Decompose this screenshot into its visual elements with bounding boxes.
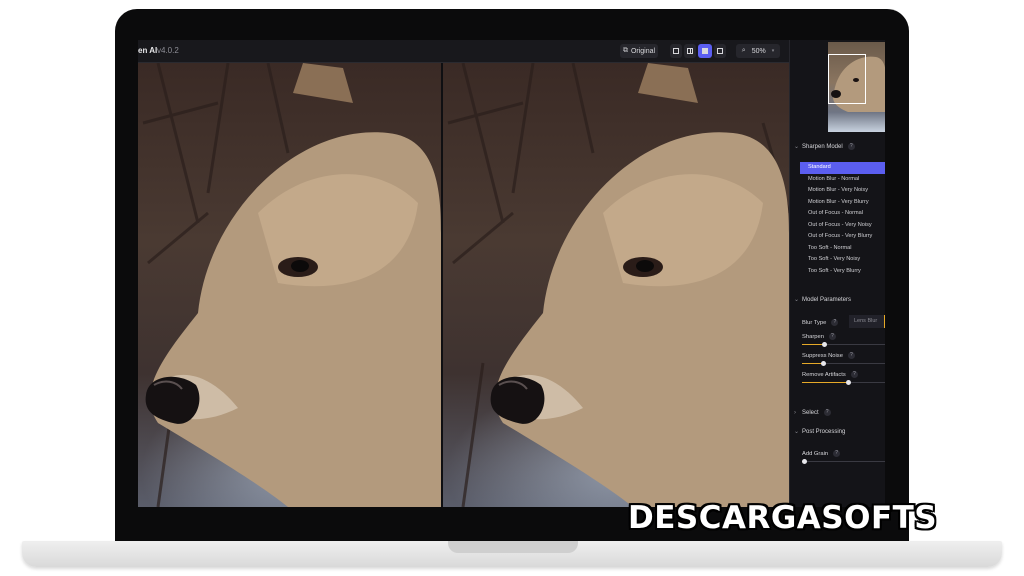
preview-image-panel[interactable]: [443, 63, 789, 507]
suppress-noise-slider-fill: [802, 363, 823, 364]
add-grain-label: Add Grain ?: [802, 450, 841, 457]
chevron-down-icon: ⌄: [794, 144, 800, 150]
model-item-out-of-focus-very-noisy[interactable]: Out of Focus - Very Noisy: [800, 220, 885, 232]
top-toolbar: en AI v4.0.2 ⧉ Original ⌕ 50% ▾: [138, 40, 789, 63]
original-button[interactable]: ⧉ Original: [620, 44, 658, 58]
zoom-icon: ⌕: [741, 47, 746, 54]
bear-photo-original: [142, 63, 441, 507]
app-version: v4.0.2: [157, 46, 179, 55]
blur-type-text: Blur Type: [802, 319, 827, 326]
sharpen-slider[interactable]: [802, 342, 885, 347]
model-item-too-soft-very-noisy[interactable]: Too Soft - Very Noisy: [800, 254, 885, 266]
sharpen-slider-knob[interactable]: [822, 342, 828, 347]
single-view-icon: [673, 48, 679, 54]
zoom-value: 50%: [751, 47, 766, 55]
select-title: Select: [802, 409, 819, 416]
remove-artifacts-slider-fill: [802, 382, 849, 383]
app-title: en AI: [138, 46, 158, 55]
remove-artifacts-slider[interactable]: [802, 380, 885, 385]
sharpen-model-header[interactable]: ⌄ Sharpen Model ?: [794, 143, 855, 150]
model-item-standard[interactable]: Standard: [800, 162, 885, 174]
split-view-icon: [687, 48, 693, 54]
original-button-label: Original: [630, 47, 656, 55]
suppress-noise-label: Suppress Noise ?: [802, 352, 855, 359]
add-grain-text: Add Grain: [802, 450, 829, 457]
chevron-right-icon: ›: [794, 409, 796, 416]
remove-artifacts-slider-knob[interactable]: [845, 380, 851, 385]
navigator-thumbnail[interactable]: [828, 42, 885, 132]
blur-type-select[interactable]: Lens Blur: [849, 315, 885, 328]
help-icon[interactable]: ?: [833, 450, 841, 457]
single-view-button[interactable]: [670, 44, 682, 58]
compare-icon: ⧉: [622, 47, 628, 54]
help-icon[interactable]: ?: [847, 352, 855, 359]
navigator-viewport-frame[interactable]: [828, 54, 866, 104]
help-icon[interactable]: ?: [828, 333, 836, 340]
help-icon[interactable]: ?: [850, 371, 858, 378]
sharpen-label: Sharpen ?: [802, 333, 836, 340]
post-processing-header[interactable]: ⌄ Post Processing: [794, 428, 846, 436]
add-grain-slider-knob[interactable]: [802, 459, 807, 464]
sharpen-model-title: Sharpen Model: [802, 143, 843, 150]
split-view-button[interactable]: [684, 44, 696, 58]
model-item-motion-blur-very-blurry[interactable]: Motion Blur - Very Blurry: [800, 197, 885, 209]
right-sidebar: ⌄ Sharpen Model ? Standard Motion Blur -…: [789, 40, 885, 507]
chevron-down-icon: ⌄: [794, 429, 800, 435]
watermark-logo: DESCARGASOFTS: [628, 500, 938, 536]
help-icon[interactable]: ?: [823, 409, 831, 416]
help-icon[interactable]: ?: [831, 319, 839, 326]
model-parameters-title: Model Parameters: [802, 296, 852, 303]
model-parameters-header[interactable]: ⌄ Model Parameters: [794, 296, 852, 304]
help-icon[interactable]: ?: [847, 143, 855, 150]
bear-photo-preview: [447, 63, 789, 507]
suppress-noise-slider-knob[interactable]: [820, 361, 826, 366]
remove-artifacts-label: Remove Artifacts ?: [802, 371, 858, 378]
post-processing-title: Post Processing: [802, 428, 846, 435]
model-item-too-soft-normal[interactable]: Too Soft - Normal: [800, 243, 885, 255]
quad-view-icon: [717, 48, 723, 54]
quad-view-button[interactable]: [714, 44, 726, 58]
sharpen-text: Sharpen: [802, 333, 824, 340]
sharpen-model-list: Standard Motion Blur - Normal Motion Blu…: [800, 162, 885, 277]
zoom-dropdown[interactable]: ⌕ 50% ▾: [736, 44, 780, 58]
original-image-panel[interactable]: [138, 63, 441, 507]
select-header[interactable]: › Select ?: [794, 409, 831, 416]
suppress-noise-text: Suppress Noise: [802, 352, 843, 359]
chevron-down-icon: ⌄: [794, 297, 800, 303]
laptop-notch: [448, 541, 578, 553]
remove-artifacts-text: Remove Artifacts: [802, 371, 846, 378]
side-by-side-view-icon: [702, 48, 708, 54]
suppress-noise-slider[interactable]: [802, 361, 885, 366]
chevron-down-icon: ▾: [771, 48, 775, 54]
blur-type-label: Blur Type ?: [802, 319, 839, 326]
model-item-motion-blur-very-noisy[interactable]: Motion Blur - Very Noisy: [800, 185, 885, 197]
side-by-side-view-button[interactable]: [698, 44, 712, 58]
model-item-motion-blur-normal[interactable]: Motion Blur - Normal: [800, 174, 885, 186]
add-grain-slider[interactable]: [802, 459, 885, 464]
model-item-too-soft-very-blurry[interactable]: Too Soft - Very Blurry: [800, 266, 885, 278]
model-item-out-of-focus-normal[interactable]: Out of Focus - Normal: [800, 208, 885, 220]
model-item-out-of-focus-very-blurry[interactable]: Out of Focus - Very Blurry: [800, 231, 885, 243]
app-window: en AI v4.0.2 ⧉ Original ⌕ 50% ▾ ⌄ Sharpe…: [138, 40, 885, 507]
